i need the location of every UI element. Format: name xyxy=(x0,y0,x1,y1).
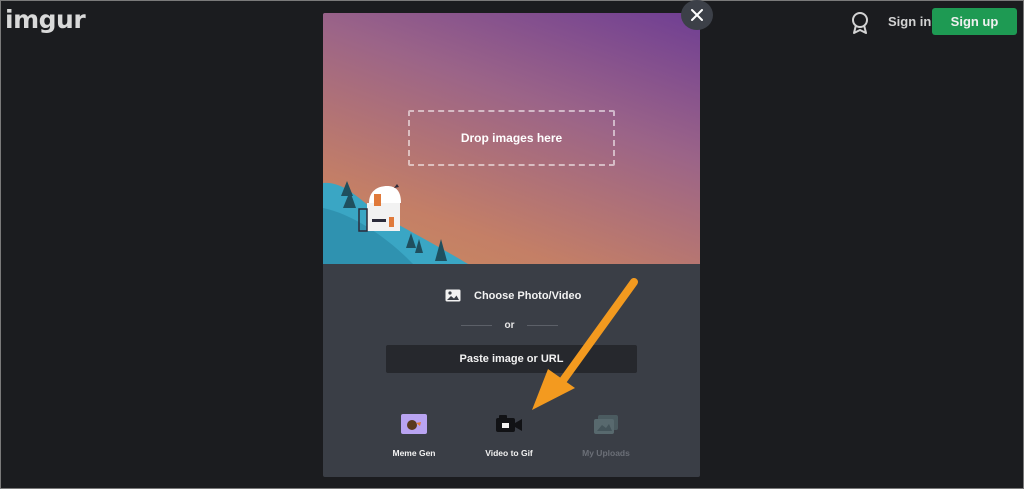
meme-gen-button[interactable]: Meme Gen xyxy=(374,414,454,458)
image-icon xyxy=(445,289,461,302)
my-uploads-label: My Uploads xyxy=(582,448,630,458)
video-to-gif-label: Video to Gif xyxy=(485,448,533,458)
video-camera-icon xyxy=(496,415,522,432)
my-uploads-button[interactable]: My Uploads xyxy=(566,414,646,458)
close-icon xyxy=(691,9,703,21)
drop-area[interactable]: Drop images here xyxy=(323,13,700,264)
choose-label: Choose Photo/Video xyxy=(474,289,582,302)
or-label: or xyxy=(504,320,515,331)
meme-gen-label: Meme Gen xyxy=(392,448,436,458)
divider-line-right xyxy=(527,325,558,326)
meme-icon xyxy=(401,414,427,434)
divider-line-left xyxy=(461,325,492,326)
uploads-icon xyxy=(594,415,618,434)
imgur-logo[interactable]: imgur xyxy=(5,5,86,34)
paste-url-input[interactable]: Paste image or URL xyxy=(386,345,637,373)
drop-zone-label: Drop images here xyxy=(460,131,563,145)
upload-modal: Drop images here xyxy=(323,13,700,477)
sign-in-link[interactable]: Sign in xyxy=(888,14,931,29)
award-icon[interactable] xyxy=(849,11,871,35)
sign-up-button[interactable]: Sign up xyxy=(932,8,1017,35)
close-button[interactable] xyxy=(681,0,713,30)
choose-photo-video-button[interactable]: Choose Photo/Video xyxy=(445,289,581,302)
drop-zone[interactable]: Drop images here xyxy=(408,110,615,166)
video-to-gif-button[interactable]: Video to Gif xyxy=(469,414,549,458)
or-divider: or xyxy=(461,320,558,331)
